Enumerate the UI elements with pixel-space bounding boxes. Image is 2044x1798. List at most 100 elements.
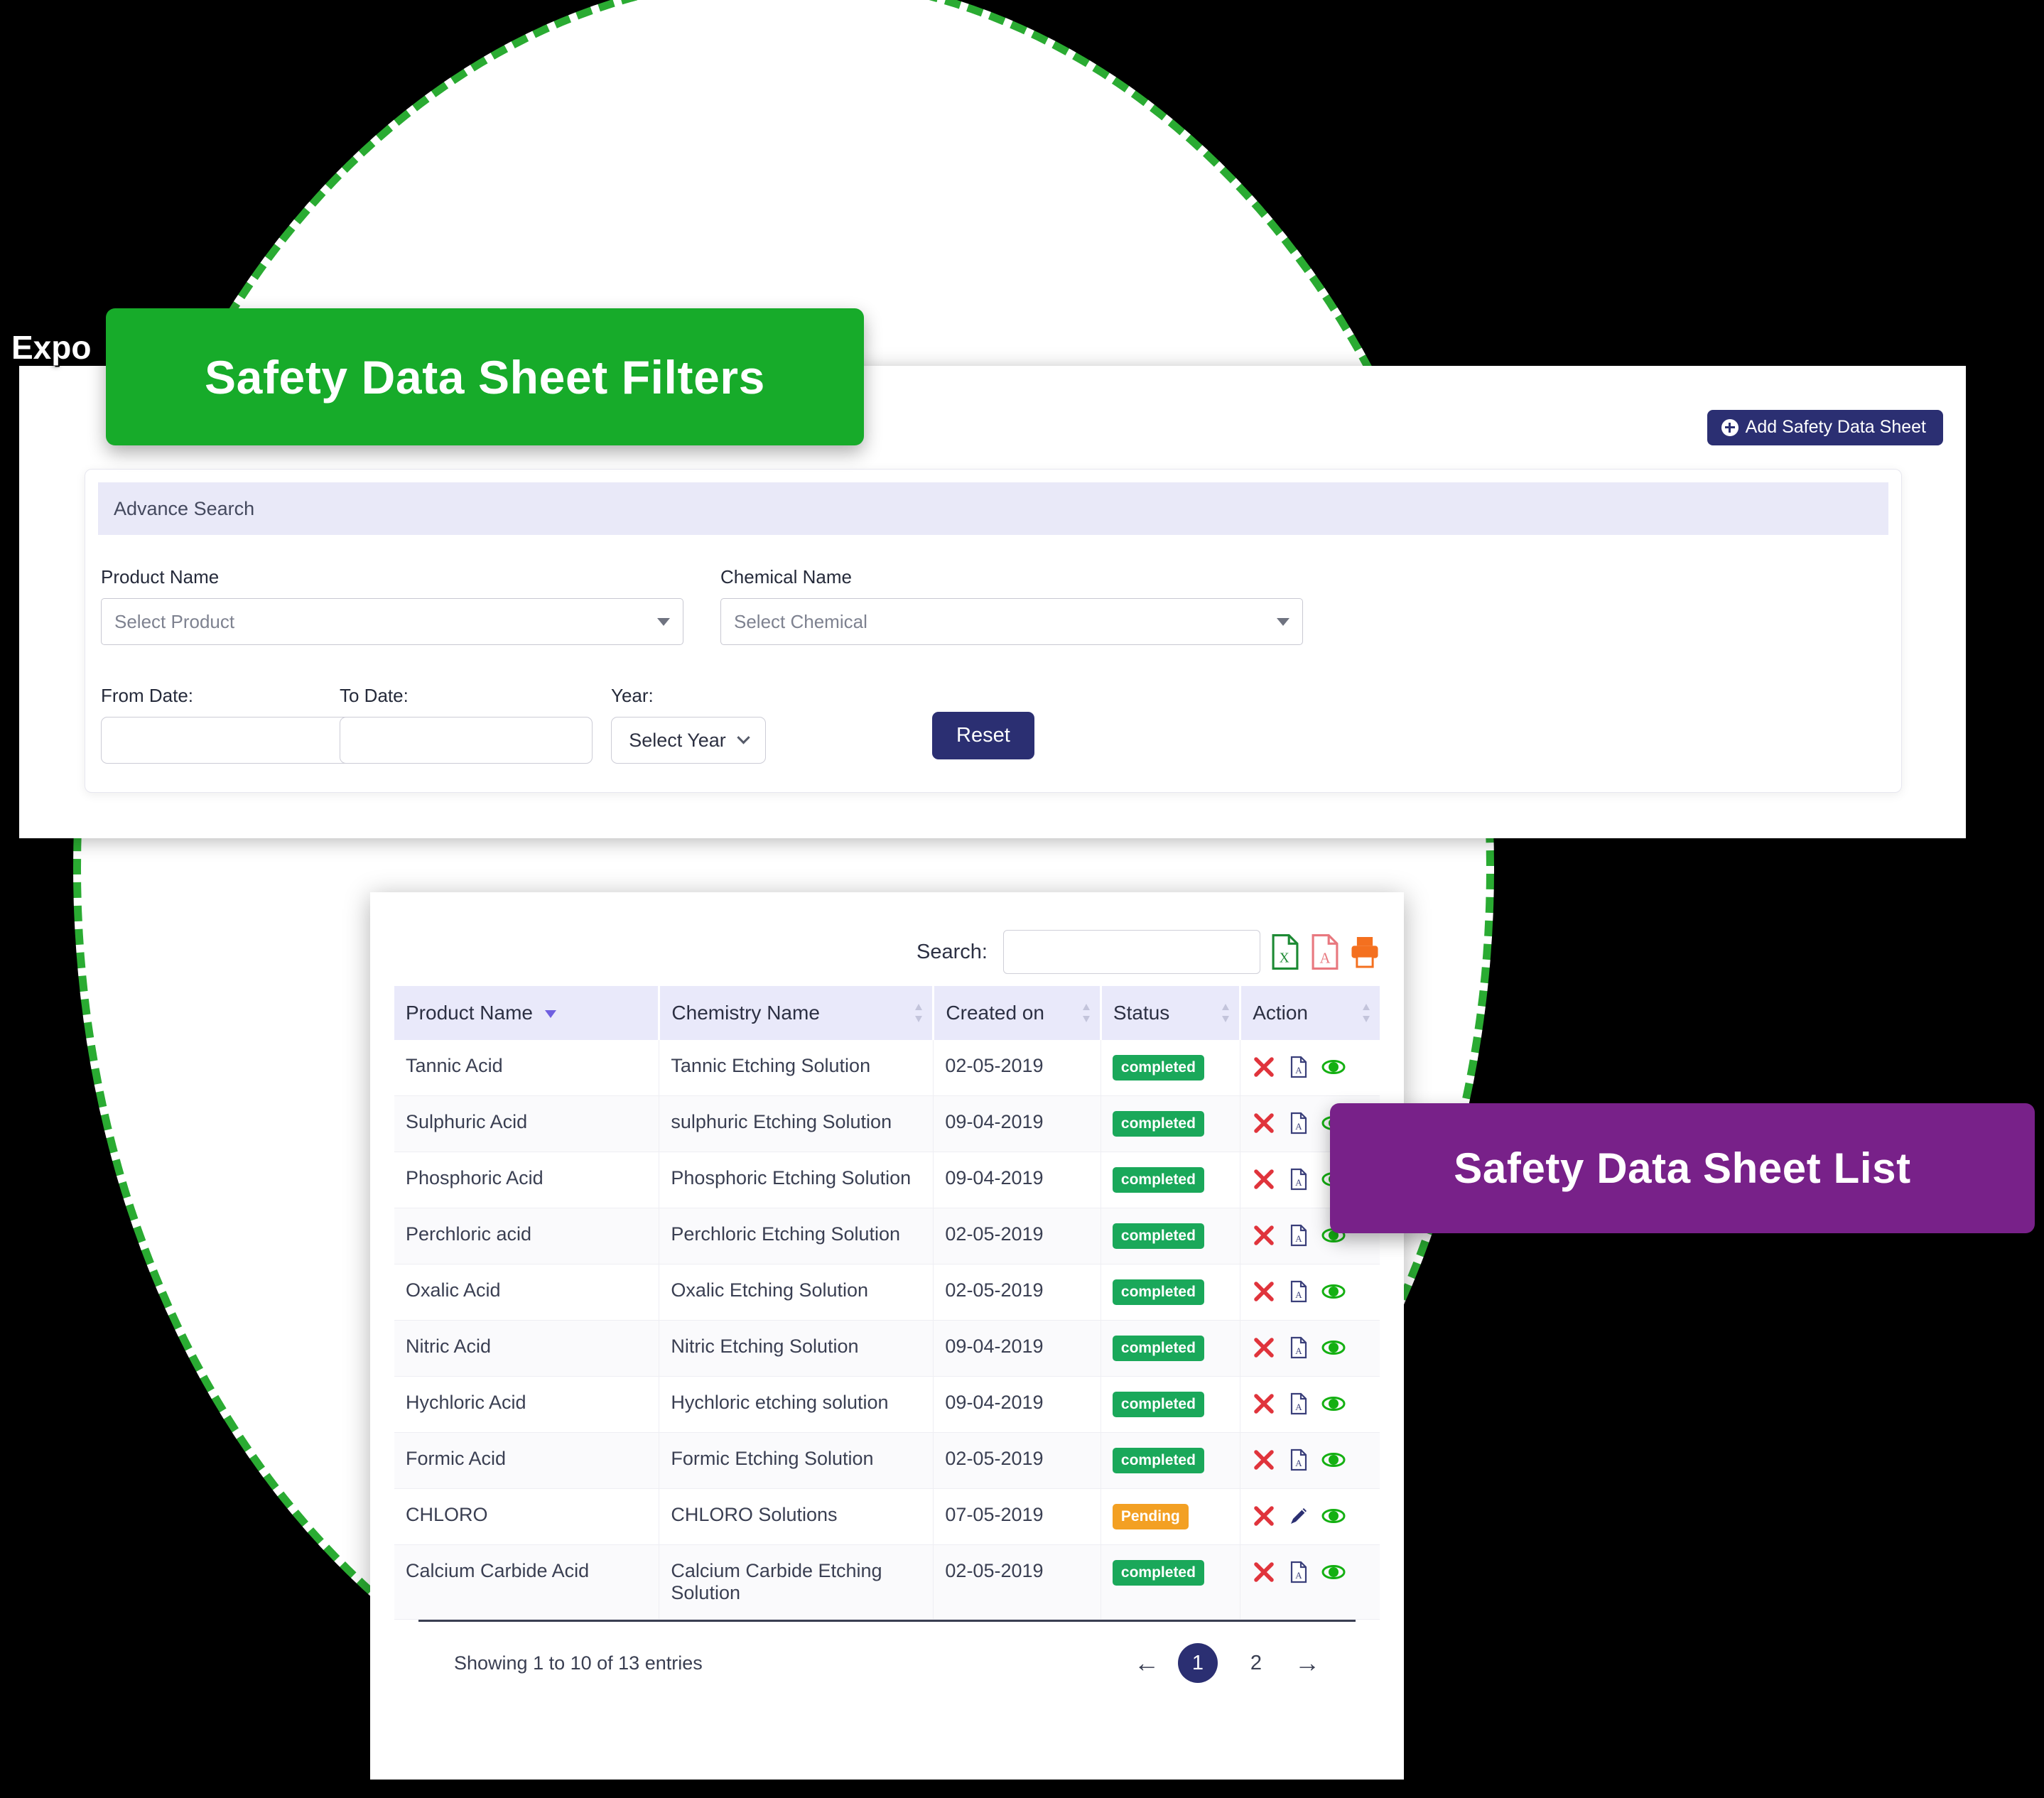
add-safety-data-sheet-label: Add Safety Data Sheet [1745, 417, 1926, 437]
year-select[interactable]: Select Year [611, 717, 766, 764]
column-label: Created on [946, 1002, 1044, 1024]
list-section-badge: Safety Data Sheet List [1330, 1103, 2035, 1233]
list-section-badge-label: Safety Data Sheet List [1454, 1144, 1911, 1192]
pdf-icon[interactable]: A [1287, 1055, 1311, 1079]
cell-chemistry-name: CHLORO Solutions [659, 1488, 934, 1545]
action-buttons: A [1252, 1055, 1368, 1079]
delete-icon[interactable] [1252, 1223, 1276, 1247]
view-icon[interactable] [1321, 1279, 1346, 1304]
chemical-name-group: Chemical Name Select Chemical [720, 566, 1303, 645]
pdf-icon[interactable]: A [1287, 1223, 1311, 1247]
delete-icon[interactable] [1252, 1504, 1276, 1528]
delete-icon[interactable] [1252, 1560, 1276, 1584]
svg-text:A: A [1295, 1458, 1302, 1468]
delete-icon[interactable] [1252, 1448, 1276, 1472]
column-header-product-name[interactable]: Product Name [394, 986, 661, 1040]
pagination-page-2[interactable]: 2 [1236, 1643, 1276, 1683]
cell-status: completed [1101, 1544, 1241, 1620]
table-row: Tannic Acid Tannic Etching Solution 02-05-… [394, 1040, 1380, 1096]
view-icon[interactable] [1321, 1448, 1346, 1472]
plus-icon [1721, 418, 1739, 436]
cell-product-name: Hychloric Acid [394, 1376, 660, 1433]
delete-icon[interactable] [1252, 1111, 1276, 1135]
table-head: Product Name Chemistry Name Created on S… [394, 986, 1380, 1040]
status-badge: completed [1112, 1448, 1204, 1473]
cell-action: A [1240, 1432, 1380, 1489]
view-icon[interactable] [1321, 1504, 1346, 1528]
view-icon[interactable] [1321, 1392, 1346, 1416]
cell-status: completed [1101, 1208, 1241, 1264]
chevron-down-icon [657, 617, 670, 626]
view-icon[interactable] [1321, 1055, 1346, 1079]
pdf-icon[interactable]: A [1287, 1167, 1311, 1191]
table-row: Oxalic Acid Oxalic Etching Solution 02-05-… [394, 1264, 1380, 1321]
cell-product-name: Perchloric acid [394, 1208, 660, 1264]
pdf-icon[interactable]: A [1287, 1448, 1311, 1472]
delete-icon[interactable] [1252, 1336, 1276, 1360]
svg-text:A: A [1295, 1121, 1302, 1132]
sort-icon [1082, 1004, 1090, 1022]
to-date-group: To Date: [340, 685, 593, 764]
action-buttons [1252, 1504, 1368, 1528]
delete-icon[interactable] [1252, 1279, 1276, 1304]
delete-icon[interactable] [1252, 1055, 1276, 1079]
product-name-select[interactable]: Select Product [101, 598, 683, 645]
chemical-name-select[interactable]: Select Chemical [720, 598, 1303, 645]
from-date-input[interactable] [101, 717, 354, 764]
filters-section-badge: Safety Data Sheet Filters [106, 308, 864, 445]
cell-created-on: 02-05-2019 [933, 1432, 1101, 1489]
svg-text:A: A [1295, 1065, 1302, 1076]
table-row: Nitric Acid Nitric Etching Solution 09-04-… [394, 1320, 1380, 1377]
cell-chemistry-name: Perchloric Etching Solution [659, 1208, 934, 1264]
to-date-label: To Date: [340, 685, 409, 706]
column-header-created-on[interactable]: Created on [933, 986, 1102, 1040]
reset-button[interactable]: Reset [932, 712, 1034, 759]
status-badge: completed [1112, 1336, 1204, 1361]
search-input[interactable] [1003, 930, 1260, 974]
svg-text:A: A [1295, 1570, 1302, 1581]
filters-form: Product Name Select Product Chemical Nam… [85, 535, 1901, 764]
pdf-icon[interactable]: A [1287, 1279, 1311, 1304]
safety-data-sheet-table: Product Name Chemistry Name Created on S… [394, 986, 1380, 1620]
pdf-export-icon[interactable]: A [1310, 933, 1340, 970]
product-name-label: Product Name [101, 566, 220, 587]
delete-icon[interactable] [1252, 1392, 1276, 1416]
view-icon[interactable] [1321, 1336, 1346, 1360]
pdf-icon[interactable]: A [1287, 1392, 1311, 1416]
pagination-prev-button[interactable]: ← [1134, 1650, 1159, 1676]
cell-product-name: CHLORO [394, 1488, 660, 1545]
column-header-chemistry-name[interactable]: Chemistry Name [659, 986, 935, 1040]
cell-status: completed [1101, 1320, 1241, 1377]
cell-created-on: 02-05-2019 [933, 1264, 1101, 1321]
sort-icon [1222, 1004, 1230, 1022]
app-logo: Expo [11, 329, 92, 366]
column-header-action[interactable]: Action [1240, 986, 1380, 1040]
cell-chemistry-name: Tannic Etching Solution [659, 1040, 934, 1096]
pagination: ← 1 2 → [1134, 1643, 1320, 1683]
sort-icon [915, 1004, 923, 1022]
to-date-input[interactable] [340, 717, 593, 764]
print-icon[interactable] [1350, 933, 1380, 970]
chemical-name-value: Select Chemical [734, 610, 867, 632]
cell-chemistry-name: Oxalic Etching Solution [659, 1264, 934, 1321]
screenshot-stage: Expo Add Safety Data Sheet Advance Searc… [0, 0, 2044, 1798]
year-group: Year: Select Year [611, 685, 782, 764]
pagination-next-button[interactable]: → [1294, 1650, 1320, 1676]
cell-created-on: 09-04-2019 [933, 1376, 1101, 1433]
cell-product-name: Calcium Carbide Acid [394, 1544, 660, 1620]
edit-icon[interactable] [1287, 1504, 1311, 1528]
pdf-icon[interactable]: A [1287, 1111, 1311, 1135]
sort-icon [1363, 1004, 1370, 1022]
svg-text:X: X [1280, 951, 1289, 965]
column-header-status[interactable]: Status [1101, 986, 1242, 1040]
status-badge: completed [1112, 1392, 1204, 1417]
from-date-group: From Date: [101, 685, 354, 764]
pdf-icon[interactable]: A [1287, 1560, 1311, 1584]
view-icon[interactable] [1321, 1560, 1346, 1584]
cell-status: completed [1101, 1376, 1241, 1433]
excel-export-icon[interactable]: X [1270, 933, 1300, 970]
pdf-icon[interactable]: A [1287, 1336, 1311, 1360]
pagination-page-1[interactable]: 1 [1178, 1643, 1218, 1683]
add-safety-data-sheet-button[interactable]: Add Safety Data Sheet [1707, 410, 1943, 445]
delete-icon[interactable] [1252, 1167, 1276, 1191]
